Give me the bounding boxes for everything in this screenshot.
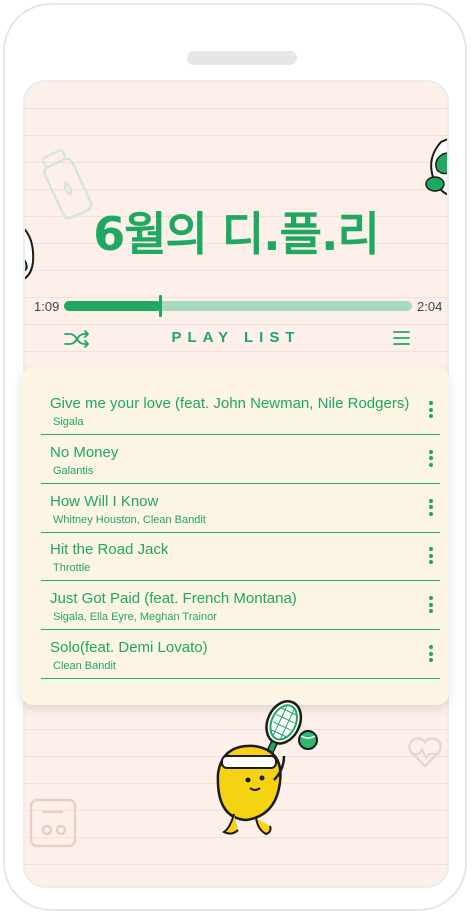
kebab-dot (429, 511, 433, 516)
track-artist: Galantis (53, 464, 94, 477)
kebab-dot (429, 658, 433, 662)
playlist-track[interactable]: Hit the Road Jack Throttle (41, 533, 440, 582)
track-artist: Clean Bandit (53, 660, 116, 672)
kebab-dot (429, 498, 433, 503)
track-artist: Whitney Houston, Clean Bandit (53, 513, 206, 526)
kebab-dot (429, 609, 433, 614)
track-title: How Will I Know (50, 492, 159, 510)
kebab-dot (429, 462, 433, 467)
heart-icon (408, 737, 442, 768)
playlist-track[interactable]: Give me your love (feat. John Newman, Ni… (41, 387, 440, 435)
tennis-mascot-icon (216, 700, 318, 836)
kebab-more-icon[interactable] (427, 645, 435, 665)
kebab-dot (429, 560, 433, 565)
kebab-dot (429, 414, 433, 418)
kebab-dot (429, 602, 433, 607)
kebab-dot (429, 547, 433, 552)
progress-bar[interactable] (64, 295, 412, 317)
progress-handle[interactable] (159, 295, 162, 317)
phone-speaker (187, 51, 297, 65)
kebab-dot (429, 407, 433, 412)
kebab-more-icon[interactable] (427, 596, 435, 616)
kebab-more-icon[interactable] (427, 401, 435, 421)
kebab-more-icon[interactable] (427, 449, 435, 470)
kebab-dot (429, 553, 433, 558)
playlist-track[interactable]: No Money Galantis (41, 436, 440, 484)
track-title: Just Got Paid (feat. French Montana) (50, 590, 297, 608)
track-title: Give me your love (feat. John Newman, Ni… (50, 395, 410, 412)
kebab-dot (429, 505, 433, 510)
scale-icon (29, 798, 77, 848)
hamburger-menu-icon[interactable] (393, 330, 410, 346)
playlist-track[interactable]: Just Got Paid (feat. French Montana) Siga… (41, 582, 440, 631)
track-title: Solo(feat. Demi Lovato) (50, 639, 208, 656)
kebab-dot (429, 456, 433, 461)
kebab-more-icon[interactable] (427, 547, 435, 567)
total-time: 2:04 (417, 299, 443, 314)
page-title: 6월의 디.플.리 (93, 207, 380, 261)
current-time: 1:09 (34, 299, 60, 314)
kebab-dot (429, 645, 433, 649)
playlist-track[interactable]: Solo(feat. Demi Lovato) Clean Bandit (41, 631, 440, 679)
kebab-dot (429, 651, 433, 656)
track-artist: Throttle (53, 562, 91, 575)
track-title: No Money (50, 443, 119, 461)
playlist-card: Give me your love (feat. John Newman, Ni… (21, 367, 449, 705)
progress-fill (64, 301, 161, 311)
kebab-more-icon[interactable] (427, 498, 435, 519)
track-title: Hit the Road Jack (50, 541, 169, 559)
kebab-dot (429, 596, 433, 601)
kebab-dot (429, 401, 433, 405)
track-artist: Sigala, Ella Eyre, Meghan Trainor (53, 611, 217, 624)
kebab-dot (429, 449, 433, 454)
playlist-track[interactable]: How Will I Know Whitney Houston, Clean Ba… (41, 485, 440, 533)
track-artist: Sigala (53, 416, 84, 428)
